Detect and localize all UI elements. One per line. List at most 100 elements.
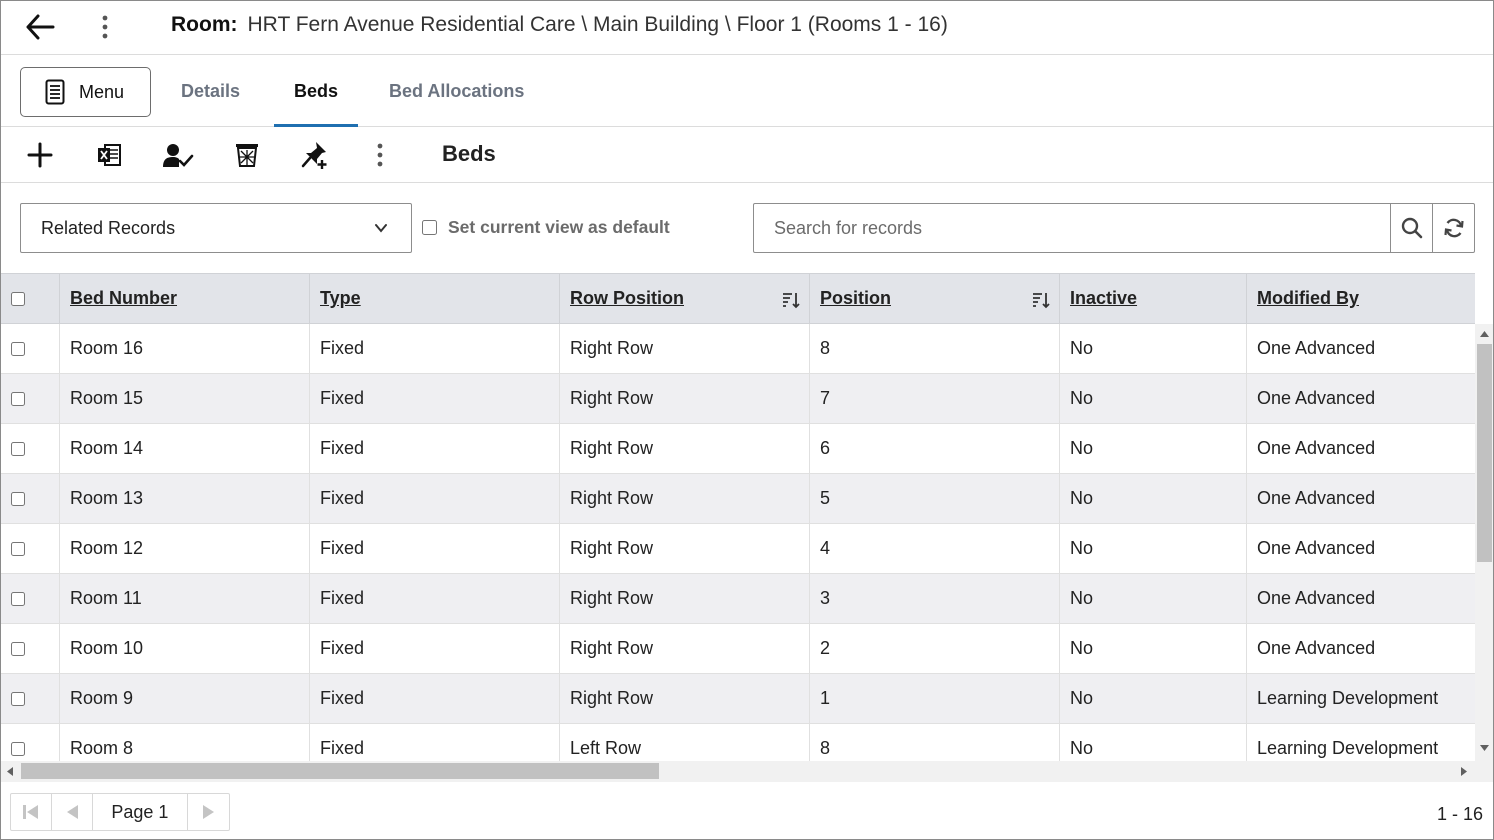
horizontal-scroll-thumb[interactable]	[21, 763, 659, 779]
cell-inactive: No	[1059, 524, 1246, 573]
refresh-icon[interactable]	[1432, 204, 1474, 252]
table-row[interactable]: Room 13 Fixed Right Row 5 No One Advanced	[1, 474, 1475, 524]
chevron-down-icon	[375, 224, 387, 233]
column-header-bed-number[interactable]: Bed Number	[59, 274, 309, 323]
cell-modified-by: One Advanced	[1246, 324, 1475, 373]
cell-row-position: Right Row	[559, 674, 809, 723]
cell-modified-by: Learning Development	[1246, 724, 1475, 761]
title-bar: Room: HRT Fern Avenue Residential Care \ …	[1, 1, 1493, 55]
set-default-view-checkbox[interactable]	[422, 220, 437, 235]
next-page-icon[interactable]	[188, 794, 229, 830]
cell-row-position: Right Row	[559, 374, 809, 423]
cell-modified-by: One Advanced	[1246, 424, 1475, 473]
delete-bin-icon[interactable]	[230, 139, 264, 171]
sort-icon[interactable]	[1031, 290, 1051, 310]
cell-inactive: No	[1059, 574, 1246, 623]
cell-type: Fixed	[309, 524, 559, 573]
menu-button-label: Menu	[79, 81, 125, 102]
record-count: 1 - 16	[1436, 804, 1483, 824]
assign-user-icon[interactable]	[161, 139, 195, 171]
pin-add-icon[interactable]	[298, 139, 332, 171]
scroll-up-icon[interactable]	[1480, 331, 1489, 337]
page-title-label: Room:	[171, 13, 238, 36]
cell-bed-number: Room 9	[59, 674, 309, 723]
vertical-scrollbar[interactable]	[1475, 324, 1493, 761]
cell-inactive: No	[1059, 724, 1246, 761]
cell-inactive: No	[1059, 424, 1246, 473]
app-window: Room: HRT Fern Avenue Residential Care \ …	[0, 0, 1494, 840]
cell-inactive: No	[1059, 674, 1246, 723]
cell-type: Fixed	[309, 324, 559, 373]
row-select-cell	[1, 674, 59, 723]
tab-details[interactable]: Details	[181, 55, 240, 127]
set-default-view-option[interactable]: Set current view as default	[422, 217, 670, 238]
plus-icon[interactable]	[23, 139, 57, 171]
first-page-icon[interactable]	[11, 794, 52, 830]
search-icon[interactable]	[1390, 204, 1432, 252]
page-indicator: Page 1	[93, 794, 189, 830]
cell-bed-number: Room 11	[59, 574, 309, 623]
row-select-cell	[1, 424, 59, 473]
search-box	[753, 203, 1475, 253]
row-checkbox[interactable]	[11, 391, 25, 406]
toolbar: Beds	[1, 127, 1493, 183]
toolbar-more-vertical-icon[interactable]	[363, 139, 397, 171]
scroll-down-icon[interactable]	[1480, 745, 1489, 751]
cell-bed-number: Room 12	[59, 524, 309, 573]
search-input[interactable]	[754, 204, 1390, 252]
tab-bed-allocations[interactable]: Bed Allocations	[389, 55, 524, 127]
row-checkbox[interactable]	[11, 491, 25, 506]
menu-button[interactable]: Menu	[20, 67, 151, 117]
row-select-cell	[1, 524, 59, 573]
cell-position: 8	[809, 324, 1059, 373]
page-title: Room: HRT Fern Avenue Residential Care \ …	[171, 13, 948, 37]
excel-export-icon[interactable]	[92, 139, 126, 171]
sort-icon[interactable]	[781, 290, 801, 310]
cell-type: Fixed	[309, 624, 559, 673]
row-checkbox[interactable]	[11, 691, 25, 706]
row-checkbox[interactable]	[11, 441, 25, 456]
column-header-position[interactable]: Position	[809, 274, 1059, 323]
table-row[interactable]: Room 9 Fixed Right Row 1 No Learning Developm…	[1, 674, 1475, 724]
view-selector[interactable]: Related Records	[20, 203, 412, 253]
row-checkbox[interactable]	[11, 591, 25, 606]
row-checkbox[interactable]	[11, 341, 25, 356]
more-vertical-icon[interactable]	[93, 12, 117, 42]
cell-inactive: No	[1059, 624, 1246, 673]
scroll-right-icon[interactable]	[1461, 767, 1467, 776]
column-header-inactive[interactable]: Inactive	[1059, 274, 1246, 323]
row-checkbox[interactable]	[11, 641, 25, 656]
cell-inactive: No	[1059, 324, 1246, 373]
column-header-row-position[interactable]: Row Position	[559, 274, 809, 323]
cell-row-position: Left Row	[559, 724, 809, 761]
table-row[interactable]: Room 11 Fixed Right Row 3 No One Advanced	[1, 574, 1475, 624]
section-title: Beds	[442, 141, 496, 166]
row-checkbox[interactable]	[11, 541, 25, 556]
cell-modified-by: One Advanced	[1246, 524, 1475, 573]
select-all-checkbox[interactable]	[11, 291, 25, 306]
cell-bed-number: Room 10	[59, 624, 309, 673]
select-all-cell	[1, 274, 59, 323]
cell-modified-by: One Advanced	[1246, 374, 1475, 423]
table-row[interactable]: Room 14 Fixed Right Row 6 No One Advanced	[1, 424, 1475, 474]
table-row[interactable]: Room 12 Fixed Right Row 4 No One Advanced	[1, 524, 1475, 574]
tab-bar: Menu Details Beds Bed Allocations	[1, 55, 1493, 127]
cell-modified-by: Learning Development	[1246, 674, 1475, 723]
table-row[interactable]: Room 16 Fixed Right Row 8 No One Advanced	[1, 324, 1475, 374]
cell-bed-number: Room 8	[59, 724, 309, 761]
previous-page-icon[interactable]	[52, 794, 93, 830]
column-header-modified-by[interactable]: Modified By	[1246, 274, 1475, 323]
row-checkbox[interactable]	[11, 741, 25, 756]
back-arrow-icon[interactable]	[23, 12, 57, 42]
column-header-position-label: Position	[820, 288, 891, 308]
column-header-type[interactable]: Type	[309, 274, 559, 323]
table-row[interactable]: Room 8 Fixed Left Row 8 No Learning Developme…	[1, 724, 1475, 761]
vertical-scroll-thumb[interactable]	[1477, 344, 1492, 562]
tab-beds[interactable]: Beds	[274, 55, 359, 127]
table-row[interactable]: Room 15 Fixed Right Row 7 No One Advanced	[1, 374, 1475, 424]
cell-position: 8	[809, 724, 1059, 761]
scroll-left-icon[interactable]	[7, 767, 13, 776]
column-header-row-position-label: Row Position	[570, 288, 684, 308]
horizontal-scrollbar[interactable]	[1, 761, 1475, 782]
table-row[interactable]: Room 10 Fixed Right Row 2 No One Advanced	[1, 624, 1475, 674]
